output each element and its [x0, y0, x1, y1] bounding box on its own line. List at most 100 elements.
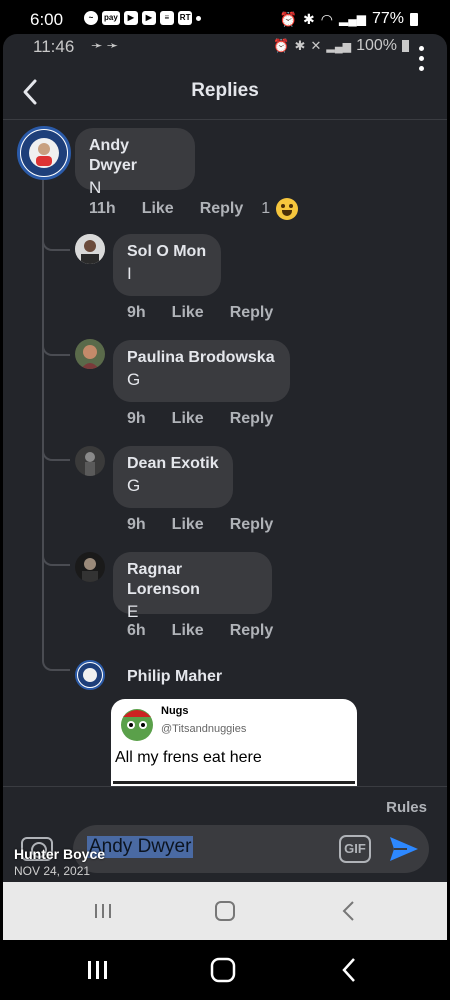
reply-time: 9h	[127, 410, 146, 427]
battery-icon	[410, 12, 418, 26]
inner-battery-text: 100%	[356, 37, 397, 54]
reply-time: 9h	[127, 304, 146, 321]
reply-text: I	[127, 264, 132, 283]
watermark-date: NOV 24, 2021	[14, 864, 91, 878]
tweet-image-attachment[interactable]: Nugs @Titsandnuggies All my frens eat he…	[111, 699, 357, 799]
rt-icon: RT	[177, 11, 193, 25]
inner-status-right: ⏰ ✱ ✕ ▂▄▆ 100%	[273, 37, 409, 55]
outer-navigation-bar	[0, 940, 450, 1000]
outer-status-time: 6:00	[30, 10, 64, 29]
send-icon[interactable]	[387, 833, 421, 865]
reply-actions: 9h Like Reply	[127, 304, 273, 322]
avatar-person-icon	[75, 552, 105, 582]
avatar-sol-o-mon[interactable]	[75, 234, 105, 264]
like-button[interactable]: Like	[172, 410, 204, 428]
outer-status-bar: 6:00 ~ pay ▶ ▶ ≡ RT ⏰ ✱ ◠ ▂▄▆ 77%	[0, 0, 450, 36]
inner-alarm-icon: ⏰	[273, 38, 290, 53]
reply-bubble[interactable]: Dean Exotik G	[113, 446, 233, 508]
news-icon: ≡	[159, 11, 174, 25]
avatar-paulina-brodowska[interactable]	[75, 339, 105, 369]
outer-battery-text: 77%	[371, 10, 404, 27]
reply-author[interactable]: Philip Maher	[127, 668, 222, 686]
gif-button[interactable]: GIF	[339, 835, 371, 863]
reply-author[interactable]: Paulina Brodowska	[127, 348, 276, 368]
avatar-dean-exotik[interactable]	[75, 446, 105, 476]
comment-text: N	[89, 178, 102, 197]
inner-status-time: 11:46	[33, 37, 75, 56]
youtube-icon: ▶	[123, 11, 138, 25]
avatar-philip-maher[interactable]	[75, 660, 105, 690]
reply-bubble[interactable]: Sol O Mon I	[113, 234, 221, 296]
thread-hook	[42, 229, 70, 251]
rules-link[interactable]: Rules	[386, 799, 427, 816]
like-button[interactable]: Like	[142, 200, 174, 218]
tweet-nickname: Nugs	[161, 705, 189, 717]
avatar-person-icon	[75, 339, 105, 369]
wifi-icon: ◠	[320, 10, 333, 27]
inner-signal-icon: ▂▄▆	[326, 40, 352, 53]
avatar-andy-dwyer[interactable]	[17, 126, 71, 180]
reaction-count[interactable]: 1	[261, 200, 270, 218]
screenshot-watermark: Hunter Boyce NOV 24, 2021	[14, 846, 105, 878]
recent-apps-icon[interactable]	[93, 901, 113, 921]
avatar-person-icon	[75, 234, 105, 264]
comment-actions: 11h Like Reply 1	[89, 198, 299, 220]
like-button[interactable]: Like	[172, 304, 204, 322]
comment-time: 11h	[89, 200, 116, 217]
home-icon[interactable]	[210, 957, 236, 983]
tweet-text: All my frens eat here	[115, 749, 262, 766]
reply-bubble[interactable]: Ragnar Lorenson E	[113, 552, 272, 621]
thread-hook	[42, 544, 70, 566]
reply-time: 6h	[127, 622, 146, 639]
reply-actions: 9h Like Reply	[127, 410, 273, 428]
header-bar: Replies	[3, 62, 447, 120]
inner-bluetooth-icon: ✱	[294, 38, 306, 53]
reply-text: E	[127, 602, 139, 621]
reply-author[interactable]: Sol O Mon	[127, 242, 207, 262]
reply-actions: 9h Like Reply	[127, 516, 273, 534]
youtube-icon-2: ▶	[141, 11, 156, 25]
messenger-icon: ~	[84, 11, 98, 25]
tweet-handle: @Titsandnuggies	[161, 723, 247, 735]
pay-icon: pay	[102, 11, 120, 25]
recent-apps-icon[interactable]	[86, 958, 110, 982]
reply-text: G	[127, 476, 141, 495]
avatar-logo-icon	[21, 130, 67, 176]
reply-author[interactable]: Dean Exotik	[127, 454, 219, 474]
like-button[interactable]: Like	[172, 622, 204, 640]
like-button[interactable]: Like	[172, 516, 204, 534]
back-icon[interactable]	[340, 957, 358, 983]
reply-author[interactable]: Ragnar Lorenson	[127, 560, 258, 600]
reply-bubble[interactable]: Paulina Brodowska G	[113, 340, 290, 402]
page-title: Replies	[191, 80, 259, 101]
comment-input[interactable]: Andy Dwyer GIF	[73, 825, 429, 873]
bluetooth-icon: ✱	[303, 10, 315, 27]
avatar-logo-icon	[78, 663, 102, 687]
inner-mute-icon: ✕	[310, 38, 322, 53]
comment-bubble[interactable]: Andy Dwyer N	[75, 128, 195, 197]
comment-author[interactable]: Andy Dwyer	[89, 136, 181, 176]
reply-time: 9h	[127, 516, 146, 533]
thread-hook	[42, 649, 70, 671]
pepe-avatar-icon	[121, 709, 153, 741]
outer-notification-icons: ~ pay ▶ ▶ ≡ RT	[84, 11, 202, 25]
thread-hook	[42, 439, 70, 461]
avatar-ragnar-lorenson[interactable]	[75, 552, 105, 582]
home-icon[interactable]	[214, 900, 236, 922]
reply-button[interactable]: Reply	[230, 410, 274, 428]
back-icon[interactable]	[341, 900, 357, 922]
app-screen: 11:46 ➛ ➛ ⏰ ✱ ✕ ▂▄▆ 100% Replies Andy Dw…	[3, 34, 447, 884]
inner-notification-icons: ➛ ➛	[91, 37, 119, 53]
reply-actions: 6h Like Reply	[127, 622, 273, 640]
reply-button[interactable]: Reply	[230, 516, 274, 534]
more-notifications-dot	[196, 16, 202, 21]
inner-battery-icon	[402, 40, 409, 52]
signal-icon: ▂▄▆	[339, 12, 366, 26]
watermark-name: Hunter Boyce	[14, 846, 106, 862]
inner-navigation-bar	[3, 882, 447, 940]
reply-button[interactable]: Reply	[200, 200, 244, 218]
reply-button[interactable]: Reply	[230, 304, 274, 322]
outer-status-right: ⏰ ✱ ◠ ▂▄▆ 77%	[280, 10, 418, 28]
reply-button[interactable]: Reply	[230, 622, 274, 640]
laugh-reaction-icon[interactable]	[276, 198, 299, 220]
